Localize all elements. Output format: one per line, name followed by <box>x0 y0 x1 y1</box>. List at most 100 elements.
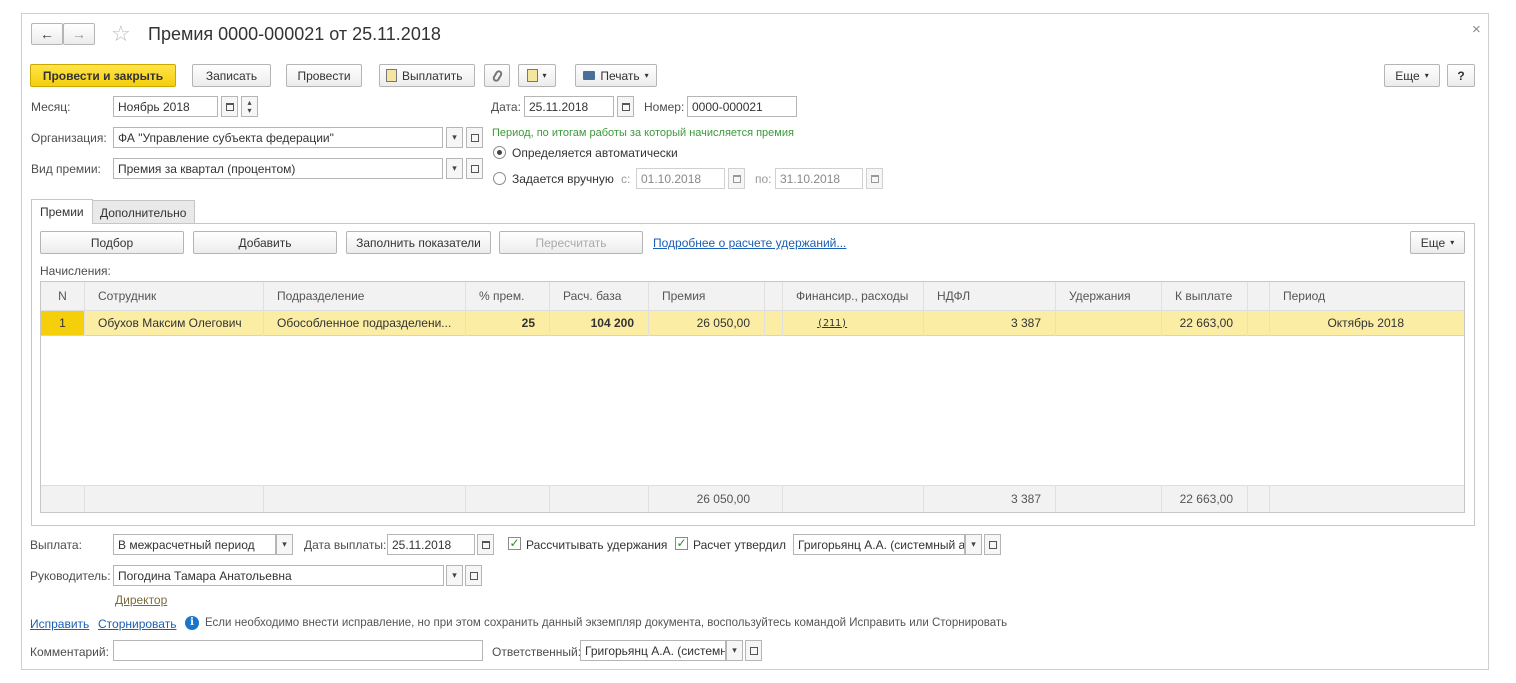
column-header-percent[interactable]: % прем. <box>465 282 549 310</box>
help-button[interactable]: ? <box>1447 64 1475 87</box>
arrow-right-icon: → <box>72 26 86 42</box>
pay-button[interactable]: Выплатить <box>379 64 475 87</box>
post-button[interactable]: Провести <box>286 64 362 87</box>
payment-field[interactable]: В межрасчетный период <box>113 534 276 555</box>
number-field[interactable]: 0000-000021 <box>687 96 797 117</box>
date-calendar-button[interactable] <box>617 96 634 117</box>
column-divider <box>923 485 924 512</box>
chevron-down-icon: ▾ <box>282 539 287 549</box>
reverse-link[interactable]: Сторнировать <box>98 617 176 631</box>
bonus-type-dropdown-button[interactable]: ▾ <box>446 158 463 179</box>
column-header-payout[interactable]: К выплате <box>1161 282 1247 310</box>
favorite-star-icon[interactable]: ☆ <box>111 21 131 47</box>
payment-dropdown-button[interactable]: ▾ <box>276 534 293 555</box>
calc-approved-checkbox[interactable]: ✓ <box>675 537 688 550</box>
table-header: N Сотрудник Подразделение % прем. Расч. … <box>41 282 1464 311</box>
calendar-icon <box>481 540 490 549</box>
cell-base: 104 200 <box>590 316 634 330</box>
manager-dropdown-button[interactable]: ▾ <box>446 565 463 586</box>
column-divider <box>549 485 550 512</box>
create-based-on-button[interactable]: ▾ <box>518 64 556 87</box>
column-divider <box>1269 485 1270 512</box>
period-to-field[interactable]: 31.10.2018 <box>775 168 863 189</box>
print-button[interactable]: Печать ▾ <box>575 64 657 87</box>
pay-date-calendar-button[interactable] <box>477 534 494 555</box>
responsible-dropdown-button[interactable]: ▾ <box>726 640 743 661</box>
more-button[interactable]: Еще ▾ <box>1384 64 1440 87</box>
period-to-calendar-button[interactable] <box>866 168 883 189</box>
column-header-department[interactable]: Подразделение <box>263 282 465 310</box>
create-based-on-icon <box>527 69 539 82</box>
organization-dropdown-button[interactable]: ▾ <box>446 127 463 148</box>
responsible-field[interactable]: Григорьянц А.А. (системн <box>580 640 726 661</box>
approver-field[interactable]: Григорьянц А.А. (системный адм <box>793 534 965 555</box>
month-field[interactable]: Ноябрь 2018 <box>113 96 218 117</box>
cell-bonus: 26 050,00 <box>696 316 750 330</box>
calendar-icon <box>225 102 234 111</box>
recalculate-button[interactable]: Пересчитать <box>499 231 643 254</box>
manager-field[interactable]: Погодина Тамара Анатольевна <box>113 565 444 586</box>
month-calendar-button[interactable] <box>221 96 238 117</box>
period-to-label: по: <box>755 172 772 186</box>
calc-deductions-label: Рассчитывать удержания <box>526 538 668 552</box>
column-header-ndfl[interactable]: НДФЛ <box>923 282 1055 310</box>
column-header-deductions[interactable]: Удержания <box>1055 282 1161 310</box>
calc-deductions-checkbox[interactable]: ✓ <box>508 537 521 550</box>
column-header-base[interactable]: Расч. база <box>549 282 648 310</box>
date-field[interactable]: 25.11.2018 <box>524 96 614 117</box>
period-manual-radio[interactable] <box>493 172 506 185</box>
accruals-table[interactable]: N Сотрудник Подразделение % прем. Расч. … <box>40 281 1465 513</box>
close-icon[interactable]: × <box>1472 21 1481 38</box>
column-header-period[interactable]: Период <box>1269 282 1464 310</box>
cell-n: 1 <box>41 311 84 335</box>
attach-button[interactable] <box>484 64 510 87</box>
chevron-down-icon: ▾ <box>452 132 457 142</box>
bonus-type-open-button[interactable] <box>466 158 483 179</box>
pay-date-label: Дата выплаты: <box>304 538 387 552</box>
bonus-type-field[interactable]: Премия за квартал (процентом) <box>113 158 443 179</box>
back-button[interactable]: ← <box>31 23 63 45</box>
deductions-details-link[interactable]: Подробнее о расчете удержаний... <box>653 236 846 250</box>
manager-position-link[interactable]: Директор <box>115 593 167 607</box>
approver-dropdown-button[interactable]: ▾ <box>965 534 982 555</box>
paperclip-icon <box>490 68 504 83</box>
tab-bonuses[interactable]: Премии <box>31 199 93 224</box>
approver-open-button[interactable] <box>984 534 1001 555</box>
comment-field[interactable] <box>113 640 483 661</box>
select-button[interactable]: Подбор <box>40 231 184 254</box>
month-label: Месяц: <box>31 100 71 114</box>
forward-button[interactable]: → <box>63 23 95 45</box>
column-header-bonus[interactable]: Премия <box>648 282 764 310</box>
organization-open-button[interactable] <box>466 127 483 148</box>
tab-additional[interactable]: Дополнительно <box>91 200 196 224</box>
post-and-close-button[interactable]: Провести и закрыть <box>30 64 176 87</box>
organization-field[interactable]: ФА "Управление субъекта федерации" <box>113 127 443 148</box>
period-from-calendar-button[interactable] <box>728 168 745 189</box>
finance-link[interactable]: (211) <box>796 318 847 329</box>
column-divider <box>782 282 783 336</box>
pay-date-field[interactable]: 25.11.2018 <box>387 534 475 555</box>
period-auto-radio[interactable] <box>493 146 506 159</box>
tab-more-button[interactable]: Еще ▾ <box>1410 231 1465 254</box>
column-header-n[interactable]: N <box>41 282 84 310</box>
add-button[interactable]: Добавить <box>193 231 337 254</box>
period-from-field[interactable]: 01.10.2018 <box>636 168 725 189</box>
chevron-down-icon: ▾ <box>732 645 737 655</box>
manager-open-button[interactable] <box>465 565 482 586</box>
tab-more-button-label: Еще <box>1420 235 1446 250</box>
column-divider <box>1161 282 1162 336</box>
fill-indicators-button[interactable]: Заполнить показатели <box>346 231 491 254</box>
column-header-employee[interactable]: Сотрудник <box>84 282 263 310</box>
number-label: Номер: <box>644 100 685 114</box>
total-payout: 22 663,00 <box>1179 492 1233 506</box>
responsible-open-button[interactable] <box>745 640 762 661</box>
table-row[interactable]: 1 Обухов Максим Олегович Обособленное по… <box>41 311 1464 336</box>
calc-approved-label: Расчет утвердил <box>693 538 787 552</box>
month-stepper[interactable]: ▴ ▾ <box>241 96 258 117</box>
save-button[interactable]: Записать <box>192 64 271 87</box>
fix-link[interactable]: Исправить <box>30 617 89 631</box>
cell-employee: Обухов Максим Олегович <box>98 316 242 330</box>
column-header-finance[interactable]: Финансир., расходы <box>782 282 923 310</box>
calendar-icon <box>621 102 630 111</box>
date-label: Дата: <box>491 100 521 114</box>
